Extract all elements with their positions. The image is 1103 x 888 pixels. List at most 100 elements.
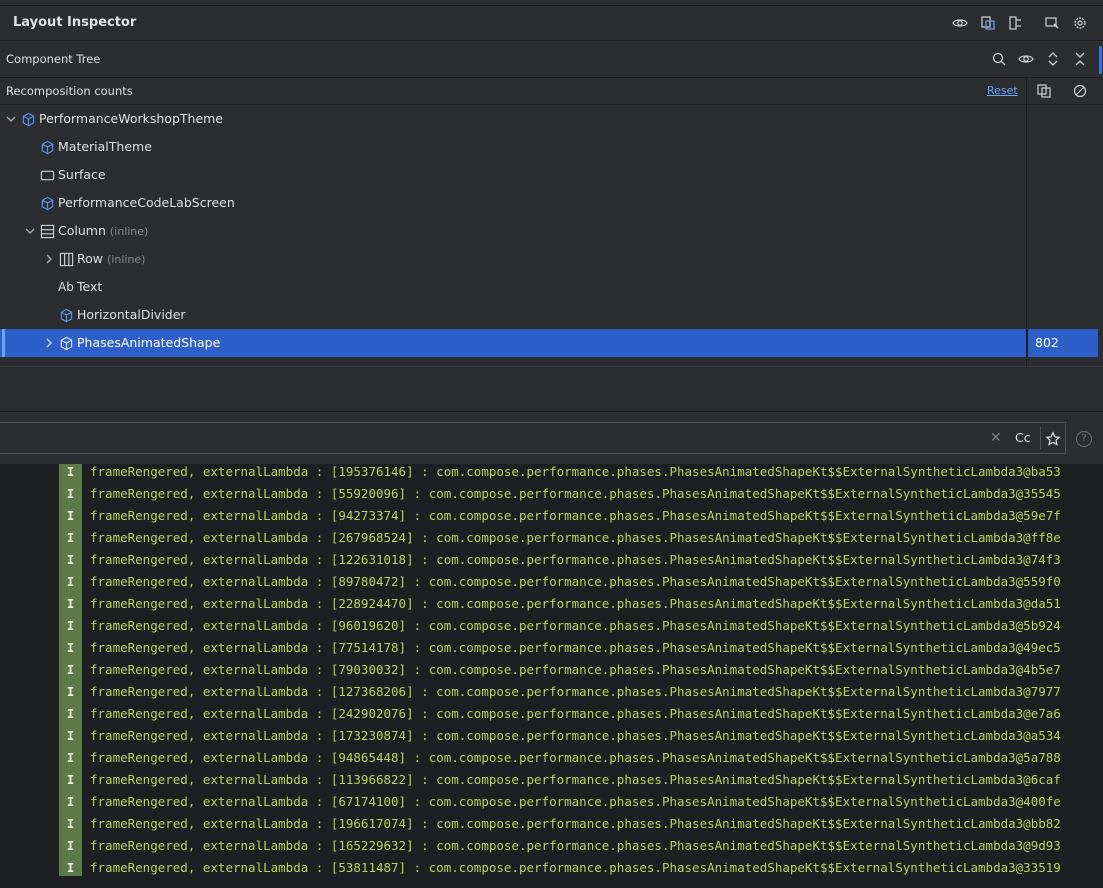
log-line: IframeRengered, externalLambda : [165229…: [0, 834, 1103, 856]
tree-node[interactable]: Surface: [0, 161, 1103, 189]
refresh-layout-icon[interactable]: [979, 14, 997, 32]
log-line: IframeRengered, externalLambda : [122631…: [0, 548, 1103, 570]
log-level-badge: I: [66, 574, 75, 589]
composable-icon: [58, 335, 74, 351]
column-icon: [39, 223, 55, 239]
log-level-badge: I: [66, 552, 75, 567]
log-message: frameRengered, externalLambda : [1966170…: [90, 816, 1061, 831]
logcat-output: IframeRengered, externalLambda : [195376…: [0, 464, 1103, 888]
selection-indicator: [2, 329, 5, 357]
log-message: frameRengered, externalLambda : [9427337…: [90, 508, 1061, 523]
log-line: IframeRengered, externalLambda : [267968…: [0, 526, 1103, 548]
log-message: frameRengered, externalLambda : [1273682…: [90, 684, 1061, 699]
log-level-badge: I: [66, 640, 75, 655]
log-message: frameRengered, externalLambda : [5592009…: [90, 486, 1061, 501]
log-level-badge: I: [66, 464, 75, 479]
log-message: frameRengered, externalLambda : [2429020…: [90, 706, 1061, 721]
log-message: frameRengered, externalLambda : [9486544…: [90, 750, 1061, 765]
expand-all-icon[interactable]: [1044, 50, 1062, 68]
log-message: frameRengered, externalLambda : [6717410…: [90, 794, 1061, 809]
log-message: frameRengered, externalLambda : [8978047…: [90, 574, 1061, 589]
chevron-down-icon[interactable]: [24, 225, 36, 237]
tree-node-label: Column (inline): [58, 223, 149, 238]
panel-title: Layout Inspector: [13, 15, 137, 30]
log-message: frameRengered, externalLambda : [2289244…: [90, 596, 1061, 611]
log-message: frameRengered, externalLambda : [7903003…: [90, 662, 1061, 677]
tree-node-label: PhasesAnimatedShape: [77, 335, 221, 350]
tree-node[interactable]: Column (inline): [0, 217, 1103, 245]
log-level-badge: I: [66, 530, 75, 545]
log-level-badge: I: [66, 794, 75, 809]
log-level-badge: I: [66, 860, 75, 875]
clear-icon[interactable]: [1071, 82, 1089, 100]
text-icon: Ab: [58, 280, 74, 294]
column-divider: [1026, 78, 1027, 105]
clear-filter-icon[interactable]: ✕: [990, 430, 1002, 446]
tree-node-label: MaterialTheme: [58, 139, 152, 154]
component-tree: PerformanceWorkshopTheme MaterialTheme S…: [0, 105, 1103, 367]
log-message: frameRengered, externalLambda : [1139668…: [90, 772, 1061, 787]
count-cell-bg: 802: [1027, 329, 1098, 357]
log-message: frameRengered, externalLambda : [9601962…: [90, 618, 1061, 633]
log-level-badge: I: [66, 728, 75, 743]
log-line: IframeRengered, externalLambda : [942733…: [0, 504, 1103, 526]
log-line: IframeRengered, externalLambda : [538114…: [0, 856, 1103, 878]
log-line: IframeRengered, externalLambda : [173230…: [0, 724, 1103, 746]
tree-node[interactable]: PerformanceWorkshopTheme: [0, 105, 1103, 133]
tree-node-label: PerformanceCodeLabScreen: [58, 195, 235, 210]
log-line: IframeRengered, externalLambda : [790300…: [0, 658, 1103, 680]
eye-icon[interactable]: [1017, 50, 1035, 68]
log-line: IframeRengered, externalLambda : [242902…: [0, 702, 1103, 724]
match-case-toggle[interactable]: Cc: [1015, 430, 1031, 445]
reset-link[interactable]: Reset: [987, 84, 1018, 97]
log-message: frameRengered, externalLambda : [1732308…: [90, 728, 1061, 743]
star-icon[interactable]: [1044, 430, 1062, 448]
log-line: IframeRengered, externalLambda : [196617…: [0, 812, 1103, 834]
inspect-icon[interactable]: [1043, 14, 1061, 32]
tree-node[interactable]: Ab Text: [0, 273, 1103, 301]
tree-icon[interactable]: [1007, 14, 1025, 32]
tree-node[interactable]: HorizontalDivider: [0, 301, 1103, 329]
help-icon[interactable]: ?: [1076, 431, 1092, 447]
tree-node-label: Surface: [58, 167, 106, 182]
log-message: frameRengered, externalLambda : [7751417…: [90, 640, 1061, 655]
tree-node-label: PerformanceWorkshopTheme: [39, 111, 223, 126]
panel-gap: [0, 368, 1103, 412]
log-level-badge: I: [66, 596, 75, 611]
surface-icon: [39, 167, 55, 183]
chevron-right-icon[interactable]: [43, 337, 55, 349]
tree-node-label: Text: [77, 279, 103, 294]
log-level-badge: I: [66, 618, 75, 633]
collapse-all-icon[interactable]: [1071, 50, 1089, 68]
recomposition-counts-bar: Recomposition counts Reset: [0, 78, 1103, 105]
copy-icon[interactable]: [1035, 82, 1053, 100]
log-message: frameRengered, externalLambda : [1652296…: [90, 838, 1061, 853]
scrollbar-thumb[interactable]: [1099, 46, 1102, 74]
chevron-down-icon[interactable]: [5, 113, 17, 125]
log-message: frameRengered, externalLambda : [2679685…: [90, 530, 1061, 545]
logcat-filter-bar: ✕ Cc ?: [0, 412, 1103, 464]
chevron-right-icon[interactable]: [43, 253, 55, 265]
tree-node[interactable]: Row (inline): [0, 245, 1103, 273]
log-line: IframeRengered, externalLambda : [127368…: [0, 680, 1103, 702]
eye-icon[interactable]: [951, 14, 969, 32]
tree-node-selected[interactable]: PhasesAnimatedShape: [0, 329, 1026, 357]
log-line: IframeRengered, externalLambda : [671741…: [0, 790, 1103, 812]
log-line: IframeRengered, externalLambda : [897804…: [0, 570, 1103, 592]
row-icon: [58, 251, 74, 267]
gear-icon[interactable]: [1071, 14, 1089, 32]
log-message: frameRengered, externalLambda : [5381148…: [90, 860, 1061, 875]
log-level-badge: I: [66, 750, 75, 765]
recomposition-count: 802: [1035, 335, 1059, 350]
log-level-badge: I: [66, 706, 75, 721]
log-line: IframeRengered, externalLambda : [195376…: [0, 464, 1103, 482]
filter-input[interactable]: ✕ Cc: [0, 422, 1066, 454]
tree-node[interactable]: PerformanceCodeLabScreen: [0, 189, 1103, 217]
log-level-badge: I: [66, 684, 75, 699]
log-line: IframeRengered, externalLambda : [113966…: [0, 768, 1103, 790]
log-level-badge: I: [66, 772, 75, 787]
tree-node[interactable]: MaterialTheme: [0, 133, 1103, 161]
composable-icon: [58, 307, 74, 323]
search-icon[interactable]: [990, 50, 1008, 68]
composable-icon: [39, 195, 55, 211]
